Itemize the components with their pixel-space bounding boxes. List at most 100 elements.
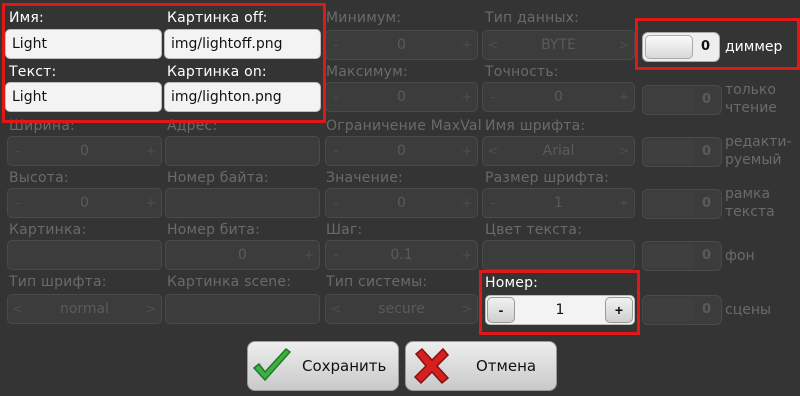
byte-number-label: Номер байта: (167, 170, 269, 186)
bit-number-value: 0 (238, 247, 247, 263)
editable-toggle-value: 0 (701, 144, 711, 159)
save-button-label: Сохранить (302, 357, 387, 375)
increment-button[interactable]: + (614, 196, 634, 211)
decrement-button[interactable]: - (326, 196, 346, 211)
max-stepper[interactable]: - 0 + (325, 82, 478, 112)
image-input[interactable] (7, 240, 162, 270)
step-label: Шаг: (326, 222, 363, 238)
address-input[interactable] (165, 136, 320, 166)
data-type-value: BYTE (541, 37, 576, 53)
step-stepper[interactable]: - 0.1 + (325, 240, 478, 270)
text-color-label: Цвет текста: (485, 222, 583, 238)
precision-label: Точность: (485, 64, 559, 80)
bit-number-label: Номер бита: (167, 222, 260, 238)
increment-button[interactable]: + (141, 144, 161, 159)
max-label: Максимум: (326, 64, 408, 80)
decrement-button[interactable]: - (326, 248, 346, 263)
maxval-label: Ограничение MaxVal (326, 118, 482, 134)
toggle-knob (645, 88, 695, 112)
font-name-selector[interactable]: < Arial > (482, 136, 635, 166)
background-toggle-value: 0 (701, 248, 711, 263)
prev-button[interactable]: < (326, 302, 346, 317)
system-type-label: Тип системы: (326, 274, 428, 290)
background-label: фон (725, 248, 755, 264)
background-toggle[interactable]: 0 (642, 241, 722, 271)
toggle-knob (645, 140, 695, 164)
editable-label: редакти-руемый (725, 134, 792, 168)
highlight-box-name-images (2, 3, 326, 123)
height-label: Высота: (9, 170, 69, 186)
increment-button[interactable]: + (457, 38, 477, 53)
check-icon (252, 347, 292, 382)
text-frame-toggle-value: 0 (701, 196, 711, 211)
decrement-button[interactable]: - (326, 90, 346, 105)
prev-button[interactable]: < (483, 38, 503, 53)
value-stepper[interactable]: - 0 + (325, 188, 478, 218)
image-label: Картинка: (9, 222, 87, 238)
decrement-button[interactable]: - (326, 38, 346, 53)
bit-number-stepper[interactable]: - 0 + (165, 240, 320, 270)
maxval-stepper[interactable]: - 0 + (325, 136, 478, 166)
font-size-label: Размер шрифта: (485, 170, 609, 186)
editable-toggle[interactable]: 0 (642, 137, 722, 167)
increment-button[interactable]: + (457, 144, 477, 159)
decrement-button[interactable]: - (326, 144, 346, 159)
decrement-button[interactable]: - (8, 144, 28, 159)
system-type-selector[interactable]: < secure > (325, 294, 478, 324)
font-type-selector[interactable]: < normal > (7, 294, 162, 324)
font-size-value: 1 (554, 195, 563, 211)
text-frame-toggle[interactable]: 0 (642, 189, 722, 219)
toggle-knob (645, 298, 695, 322)
scene-image-input[interactable] (165, 294, 320, 324)
precision-stepper[interactable]: - 0 + (482, 82, 635, 112)
byte-number-input[interactable] (165, 188, 320, 218)
prev-button[interactable]: < (8, 302, 28, 317)
next-button[interactable]: > (457, 302, 477, 317)
increment-button[interactable]: + (141, 196, 161, 211)
decrement-button[interactable]: - (483, 196, 503, 211)
text-frame-label: рамка текста (725, 186, 775, 220)
save-button[interactable]: Сохранить (247, 341, 399, 391)
scene-image-label: Картинка scene: (167, 274, 292, 290)
increment-button[interactable]: + (457, 90, 477, 105)
value-value: 0 (397, 195, 406, 211)
min-label: Минимум: (326, 10, 402, 26)
increment-button[interactable]: + (457, 196, 477, 211)
highlight-box-dimmer (635, 18, 800, 70)
font-name-value: Arial (542, 143, 575, 159)
font-size-stepper[interactable]: - 1 + (482, 188, 635, 218)
text-color-input[interactable] (482, 240, 635, 270)
readonly-label: только чтение (725, 82, 777, 116)
increment-button[interactable]: + (614, 90, 634, 105)
scenes-label: сцены (725, 302, 772, 318)
max-value: 0 (397, 89, 406, 105)
font-type-value: normal (59, 301, 110, 317)
readonly-toggle[interactable]: 0 (642, 85, 722, 115)
min-value: 0 (397, 37, 406, 53)
precision-value: 0 (554, 89, 563, 105)
decrement-button[interactable]: - (483, 90, 503, 105)
width-value: 0 (80, 143, 89, 159)
font-type-label: Тип шрифта: (9, 274, 107, 290)
data-type-selector[interactable]: < BYTE > (482, 30, 635, 60)
cancel-button-label: Отмена (476, 357, 537, 375)
system-type-value: secure (378, 301, 425, 317)
cancel-button[interactable]: Отмена (405, 341, 557, 391)
next-button[interactable]: > (614, 38, 634, 53)
min-stepper[interactable]: - 0 + (325, 30, 478, 60)
scenes-toggle[interactable]: 0 (642, 295, 722, 325)
maxval-value: 0 (397, 143, 406, 159)
readonly-toggle-value: 0 (701, 92, 711, 107)
increment-button[interactable]: + (457, 248, 477, 263)
font-name-label: Имя шрифта: (485, 118, 586, 134)
height-value: 0 (80, 195, 89, 211)
decrement-button[interactable]: - (8, 196, 28, 211)
next-button[interactable]: > (614, 144, 634, 159)
data-type-label: Тип данных: (485, 10, 580, 26)
next-button[interactable]: > (141, 302, 161, 317)
increment-button[interactable]: + (299, 248, 319, 263)
width-stepper[interactable]: - 0 + (7, 136, 162, 166)
height-stepper[interactable]: - 0 + (7, 188, 162, 218)
value-label: Значение: (326, 170, 403, 186)
prev-button[interactable]: < (483, 144, 503, 159)
